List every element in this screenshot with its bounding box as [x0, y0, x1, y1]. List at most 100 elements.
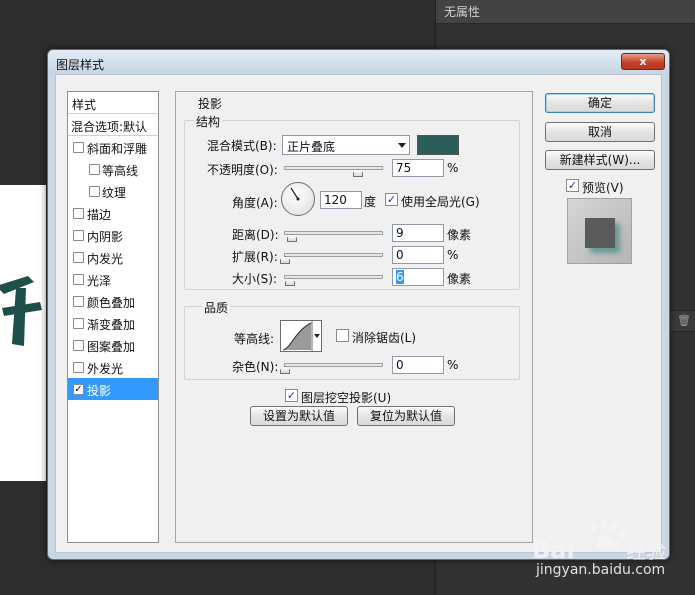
document-text-glyph [0, 276, 42, 346]
style-item[interactable]: 外发光 [68, 356, 158, 378]
style-item[interactable]: 等高线 [68, 158, 158, 180]
distance-slider-track[interactable] [284, 231, 383, 235]
contour-label: 等高线: [234, 332, 275, 346]
dialog-title: 图层样式 [56, 58, 105, 72]
ok-button[interactable]: 确定 [545, 93, 655, 113]
style-item-checkbox[interactable]: ✓ [73, 384, 84, 395]
style-item[interactable]: ✓ 投影 [68, 378, 158, 400]
style-item-label: 等高线 [102, 164, 139, 178]
distance-input[interactable]: 9 [392, 224, 444, 242]
style-item-checkbox[interactable] [73, 230, 84, 241]
size-slider-track[interactable] [284, 275, 383, 279]
styles-header[interactable]: 样式 [68, 92, 158, 114]
trash-icon[interactable]: 🗑 [677, 314, 691, 328]
contour-curve-icon [282, 321, 320, 351]
style-item-label: 斜面和浮雕 [87, 142, 148, 156]
angle-needle-icon [290, 187, 300, 201]
style-item-label: 光泽 [87, 274, 112, 288]
reset-default-button[interactable]: 复位为默认值 [357, 406, 455, 426]
properties-panel-title: 无属性 [444, 5, 481, 19]
style-item-label: 纹理 [102, 186, 127, 200]
size-label: 大小(S): [232, 272, 278, 286]
knockout-checkbox[interactable]: ✓ [285, 389, 298, 402]
section-title: 投影 [196, 95, 225, 112]
style-item[interactable]: 内发光 [68, 246, 158, 268]
style-item-checkbox[interactable] [73, 142, 84, 153]
style-item[interactable]: 描边 [68, 202, 158, 224]
style-item-checkbox[interactable] [89, 164, 100, 175]
spread-unit: % [447, 248, 459, 262]
blend-mode-value: 正片叠底 [287, 140, 336, 154]
style-item[interactable]: 图案叠加 [68, 334, 158, 356]
style-item[interactable]: 斜面和浮雕 [68, 136, 158, 158]
global-light-label[interactable]: 使用全局光(G) [401, 193, 480, 210]
noise-input[interactable]: 0 [392, 356, 444, 374]
angle-dial[interactable] [281, 182, 315, 216]
style-item-checkbox[interactable] [73, 208, 84, 219]
spread-input[interactable]: 0 [392, 246, 444, 264]
anti-alias-label[interactable]: 消除锯齿(L) [352, 329, 416, 346]
style-item-label: 投影 [87, 384, 112, 398]
style-item[interactable]: 纹理 [68, 180, 158, 202]
contour-picker[interactable] [280, 320, 322, 352]
style-preview-thumbnail [567, 198, 632, 264]
style-item-label: 描边 [87, 208, 112, 222]
style-item[interactable]: 渐变叠加 [68, 312, 158, 334]
blending-options-item[interactable]: 混合选项:默认 [68, 114, 158, 136]
distance-label: 距离(D): [232, 228, 279, 242]
style-item[interactable]: 颜色叠加 [68, 290, 158, 312]
knockout-label[interactable]: 图层挖空投影(U) [301, 389, 391, 406]
shadow-color-swatch[interactable] [417, 135, 459, 155]
watermark-url: jingyan.baidu.com [536, 562, 666, 578]
angle-input[interactable]: 120 [320, 191, 362, 209]
close-button[interactable]: x [621, 53, 665, 70]
style-item-label: 外发光 [87, 362, 124, 376]
distance-unit: 像素 [447, 228, 472, 242]
spread-label: 扩展(R): [232, 250, 278, 264]
angle-label: 角度(A): [232, 196, 278, 210]
drop-shadow-panel: 投影 结构 混合模式(B): 正片叠底 不透明度(O): 75 % 角度(A): [175, 91, 533, 543]
dialog-titlebar[interactable]: 图层样式 x [48, 50, 669, 74]
preview-label[interactable]: 预览(V) [582, 179, 624, 196]
style-item-label: 颜色叠加 [87, 296, 136, 310]
style-item-checkbox[interactable] [73, 362, 84, 373]
noise-label: 杂色(N): [232, 360, 279, 374]
structure-title: 结构 [194, 113, 223, 130]
noise-slider-track[interactable] [284, 363, 383, 367]
style-item-checkbox[interactable] [89, 186, 100, 197]
style-item-checkbox[interactable] [73, 318, 84, 329]
make-default-button[interactable]: 设置为默认值 [250, 406, 348, 426]
size-value: 6 [396, 270, 404, 284]
distance-value: 9 [396, 226, 404, 240]
size-input[interactable]: 6 [392, 268, 444, 286]
style-item-checkbox[interactable] [73, 274, 84, 285]
anti-alias-checkbox[interactable] [336, 329, 349, 342]
style-item-checkbox[interactable] [73, 296, 84, 307]
angle-value: 120 [324, 193, 347, 207]
global-light-checkbox[interactable]: ✓ [385, 193, 398, 206]
opacity-slider-track[interactable] [284, 166, 383, 170]
angle-unit: 度 [364, 195, 377, 209]
style-item-checkbox[interactable] [73, 252, 84, 263]
opacity-value: 75 [396, 161, 412, 175]
style-item[interactable]: 光泽 [68, 268, 158, 290]
noise-value: 0 [396, 358, 404, 372]
style-item-label: 图案叠加 [87, 340, 136, 354]
layer-style-dialog: 图层样式 x 样式 混合选项:默认 斜面和浮雕等高线纹理描边内阴影 内发光光泽颜色… [47, 49, 670, 560]
dialog-body: 样式 混合选项:默认 斜面和浮雕等高线纹理描边内阴影 内发光光泽颜色叠加渐变叠加图… [55, 74, 662, 553]
quality-title: 品质 [202, 299, 231, 316]
spread-slider-track[interactable] [284, 253, 383, 257]
blend-mode-label: 混合模式(B): [207, 139, 277, 153]
opacity-input[interactable]: 75 [392, 159, 444, 177]
cancel-button[interactable]: 取消 [545, 122, 655, 142]
preview-checkbox[interactable]: ✓ [566, 179, 579, 192]
opacity-unit: % [447, 161, 459, 175]
style-list: 样式 混合选项:默认 斜面和浮雕等高线纹理描边内阴影 内发光光泽颜色叠加渐变叠加图… [67, 91, 159, 543]
svg-text:Bai: Bai [532, 536, 575, 564]
blend-mode-select[interactable]: 正片叠底 [282, 135, 410, 155]
preview-square [585, 218, 615, 248]
style-item[interactable]: 内阴影 [68, 224, 158, 246]
size-unit: 像素 [447, 272, 472, 286]
new-style-button[interactable]: 新建样式(W)... [545, 150, 655, 170]
style-item-checkbox[interactable] [73, 340, 84, 351]
